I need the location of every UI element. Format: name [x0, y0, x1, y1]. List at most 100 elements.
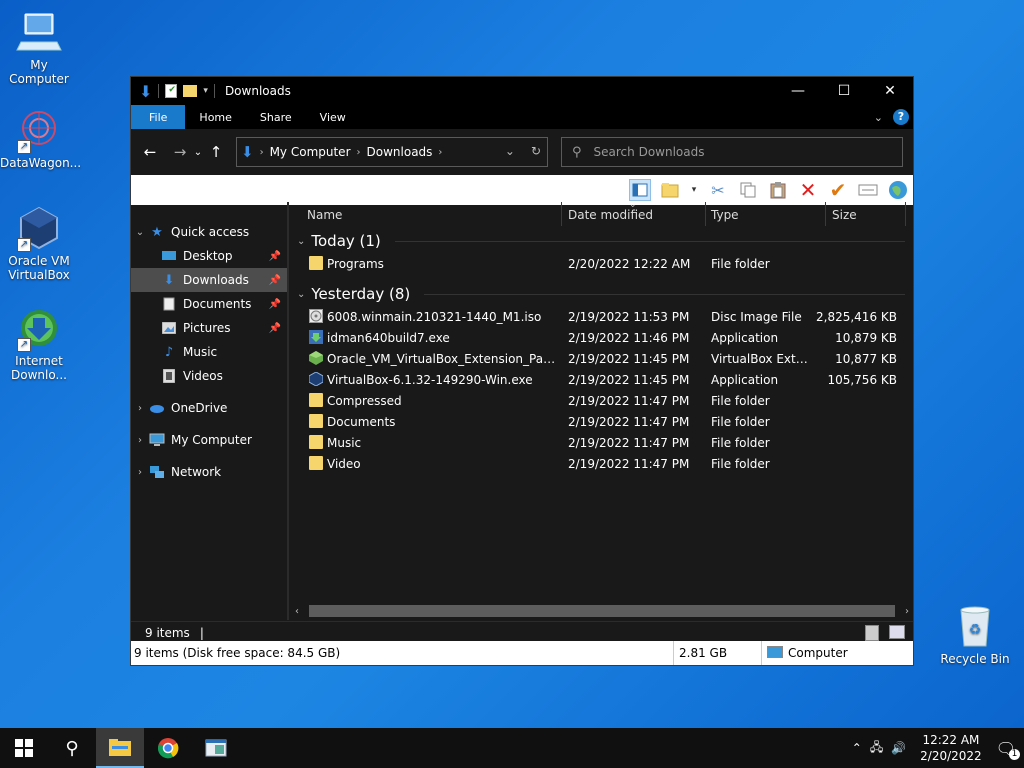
- nav-item-desktop[interactable]: Desktop 📌: [131, 244, 287, 268]
- qat-dropdown-icon[interactable]: ▾: [203, 86, 208, 96]
- column-type[interactable]: Type: [711, 208, 739, 222]
- large-icons-view-icon[interactable]: [889, 625, 905, 639]
- column-divider[interactable]: [705, 202, 706, 226]
- maximize-button[interactable]: ☐: [821, 77, 867, 105]
- volume-icon[interactable]: 🔊: [891, 741, 906, 755]
- desktop-icon-recycle-bin[interactable]: ♻ Recycle Bin: [936, 602, 1014, 666]
- file-row[interactable]: Programs 2/20/2022 12:22 AM File folder: [289, 254, 913, 275]
- tab-file[interactable]: File: [131, 105, 186, 129]
- address-dropdown-icon[interactable]: ⌄: [505, 144, 515, 158]
- scrollbar-thumb[interactable]: [309, 605, 895, 617]
- scroll-left-icon[interactable]: ‹: [295, 606, 299, 617]
- group-header-today[interactable]: ⌄ Today (1): [289, 228, 913, 254]
- preview-pane-icon[interactable]: [629, 179, 651, 201]
- close-button[interactable]: ✕: [867, 77, 913, 105]
- group-collapse-icon[interactable]: ⌄: [297, 236, 305, 247]
- scroll-right-icon[interactable]: ›: [905, 606, 909, 617]
- nav-my-computer[interactable]: › My Computer: [131, 428, 287, 452]
- expand-ribbon-icon[interactable]: ⌄: [874, 111, 883, 124]
- show-hidden-icons-chevron[interactable]: ⌃: [852, 741, 862, 755]
- search-input[interactable]: ⚲ Search Downloads: [561, 137, 903, 167]
- taskbar-file-explorer[interactable]: [96, 728, 144, 768]
- download-arrow-icon[interactable]: ⬇: [139, 82, 152, 101]
- dropdown-arrow-icon[interactable]: ▾: [689, 179, 699, 201]
- search-button[interactable]: ⚲: [48, 728, 96, 768]
- properties-icon[interactable]: ✔: [165, 84, 178, 98]
- nav-item-documents[interactable]: Documents 📌: [131, 292, 287, 316]
- file-row[interactable]: Compressed 2/19/2022 11:47 PM File folder: [289, 391, 913, 412]
- minimize-button[interactable]: —: [775, 77, 821, 105]
- file-row[interactable]: VirtualBox-6.1.32-149290-Win.exe 2/19/202…: [289, 370, 913, 391]
- file-row[interactable]: 6008.winmain.210321-1440_M1.iso 2/19/2022…: [289, 307, 913, 328]
- desktop-icon-internet-download-manager[interactable]: ↗ Internet Downlo...: [0, 304, 78, 382]
- desktop-icon-virtualbox[interactable]: ↗ Oracle VM VirtualBox: [0, 204, 78, 282]
- column-date[interactable]: Date modified: [568, 208, 653, 222]
- nav-quick-access[interactable]: ⌄ ★ Quick access: [131, 220, 287, 244]
- network-tray-icon[interactable]: 🖧: [870, 738, 883, 759]
- cut-icon[interactable]: ✂: [707, 179, 729, 201]
- expand-chevron-icon[interactable]: ›: [131, 403, 149, 414]
- taskbar-chrome[interactable]: [144, 728, 192, 768]
- group-collapse-icon[interactable]: ⌄: [297, 289, 305, 300]
- breadcrumb-my-computer[interactable]: My Computer: [270, 145, 351, 159]
- tab-share[interactable]: Share: [246, 105, 306, 129]
- expand-chevron-icon[interactable]: ›: [131, 435, 149, 446]
- file-row[interactable]: Oracle_VM_VirtualBox_Extension_Pack-6...…: [289, 349, 913, 370]
- tab-home[interactable]: Home: [185, 105, 245, 129]
- new-folder-toolbar-icon[interactable]: [659, 179, 681, 201]
- breadcrumb-chevron-icon[interactable]: ›: [438, 147, 442, 158]
- column-name[interactable]: Name: [307, 208, 342, 222]
- delete-icon[interactable]: ✕: [797, 178, 819, 202]
- new-folder-icon[interactable]: [183, 85, 198, 97]
- column-divider[interactable]: [561, 202, 562, 226]
- nav-item-pictures[interactable]: Pictures 📌: [131, 316, 287, 340]
- nav-item-downloads[interactable]: ⬇ Downloads 📌: [131, 268, 287, 292]
- forward-arrow-icon[interactable]: →: [169, 143, 191, 161]
- help-icon[interactable]: ?: [893, 109, 909, 125]
- back-arrow-icon[interactable]: ←: [139, 143, 161, 161]
- group-header-yesterday[interactable]: ⌄ Yesterday (8): [289, 281, 913, 307]
- nav-onedrive[interactable]: › OneDrive: [131, 396, 287, 420]
- file-date: 2/19/2022 11:53 PM: [568, 310, 690, 324]
- breadcrumb-chevron-icon[interactable]: ›: [357, 147, 361, 158]
- column-divider[interactable]: [905, 202, 906, 226]
- pin-icon[interactable]: 📌: [269, 323, 281, 334]
- column-divider[interactable]: [825, 202, 826, 226]
- file-row[interactable]: Music 2/19/2022 11:47 PM File folder: [289, 433, 913, 454]
- checkmark-icon[interactable]: ✔: [827, 178, 849, 202]
- rename-icon[interactable]: [857, 179, 879, 201]
- breadcrumb-downloads[interactable]: Downloads: [367, 145, 433, 159]
- paste-icon[interactable]: [767, 179, 789, 201]
- column-size[interactable]: Size: [832, 208, 857, 222]
- file-row[interactable]: idman640build7.exe 2/19/2022 11:46 PM Appl…: [289, 328, 913, 349]
- horizontal-scrollbar[interactable]: ‹ ›: [291, 603, 913, 619]
- desktop-icon-my-computer[interactable]: My Computer: [0, 8, 78, 86]
- breadcrumb-chevron-icon[interactable]: ›: [260, 147, 264, 158]
- start-button[interactable]: [0, 728, 48, 768]
- globe-icon[interactable]: [887, 179, 909, 201]
- pin-icon[interactable]: 📌: [269, 275, 281, 286]
- pin-icon[interactable]: 📌: [269, 299, 281, 310]
- refresh-icon[interactable]: ↻: [531, 144, 541, 158]
- clock[interactable]: 12:22 AM 2/20/2022: [920, 732, 982, 764]
- details-view-icon[interactable]: [865, 625, 879, 641]
- pin-icon[interactable]: 📌: [269, 251, 281, 262]
- recent-locations-chevron-icon[interactable]: ⌄: [191, 147, 205, 158]
- tab-view[interactable]: View: [306, 105, 360, 129]
- notification-center-icon[interactable]: 🗨 1: [996, 739, 1020, 760]
- nav-item-videos[interactable]: Videos: [131, 364, 287, 388]
- file-type: File folder: [711, 415, 770, 429]
- file-type: VirtualBox Extensi...: [711, 352, 815, 366]
- address-bar[interactable]: ⬇ › My Computer › Downloads › ⌄ ↻: [236, 137, 548, 167]
- file-row[interactable]: Video 2/19/2022 11:47 PM File folder: [289, 454, 913, 475]
- nav-network[interactable]: › Network: [131, 460, 287, 484]
- expand-chevron-icon[interactable]: ›: [131, 467, 149, 478]
- desktop-icon-datawagon[interactable]: ↗ DataWagon...: [0, 106, 81, 170]
- title-bar[interactable]: ⬇ ✔ ▾ Downloads — ☐ ✕: [131, 77, 913, 105]
- file-row[interactable]: Documents 2/19/2022 11:47 PM File folder: [289, 412, 913, 433]
- taskbar-app[interactable]: [192, 728, 240, 768]
- nav-item-music[interactable]: ♪ Music: [131, 340, 287, 364]
- up-arrow-icon[interactable]: ↑: [205, 143, 227, 161]
- copy-icon[interactable]: [737, 179, 759, 201]
- collapse-chevron-icon[interactable]: ⌄: [131, 227, 149, 238]
